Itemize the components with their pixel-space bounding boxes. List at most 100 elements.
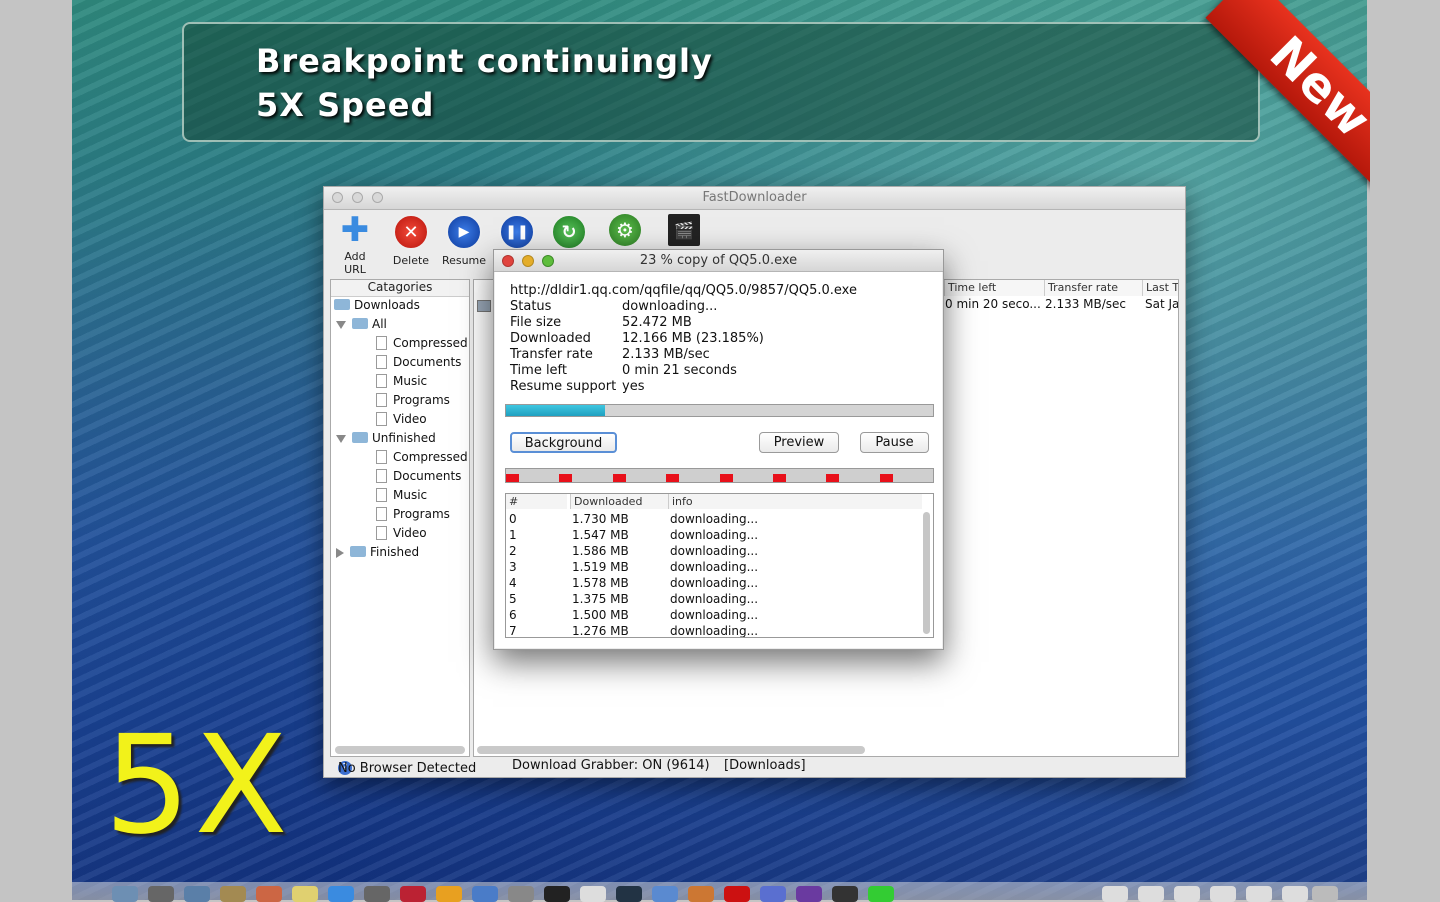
field-value: yes: [622, 379, 645, 394]
delete-button[interactable]: ✕ Delete: [390, 214, 432, 267]
list-cell-last-try[interactable]: Sat Jai: [1145, 297, 1178, 311]
tree-item-all-programs[interactable]: Programs: [376, 391, 450, 410]
tree-item-unfinished[interactable]: Unfinished: [336, 429, 436, 448]
col-index[interactable]: #: [506, 494, 567, 509]
background-button[interactable]: Background: [510, 432, 617, 453]
tree-item-all-compressed[interactable]: Compressed: [376, 334, 468, 353]
field-file-size: File size 52.472 MB: [510, 315, 692, 330]
cell-info: downloading...: [670, 608, 759, 622]
cell-info: downloading...: [670, 576, 759, 590]
settings-button[interactable]: ⚙: [607, 214, 643, 250]
add-url-button[interactable]: ✚ Add URL: [332, 210, 378, 276]
download-progress-dialog: 23 % copy of QQ5.0.exe http://dldir1.qq.…: [493, 249, 944, 650]
field-value: 52.472 MB: [622, 315, 692, 330]
file-icon: [477, 300, 491, 312]
disclosure-right-icon[interactable]: [336, 547, 344, 558]
tree-item-unfinished-music[interactable]: Music: [376, 486, 427, 505]
tree-item-unfinished-video[interactable]: Video: [376, 524, 427, 543]
cell-downloaded: 1.730 MB: [572, 512, 629, 526]
add-url-label: Add URL: [344, 250, 366, 276]
segment-marker: [506, 474, 519, 482]
dialog-titlebar[interactable]: 23 % copy of QQ5.0.exe: [494, 250, 943, 272]
tree-item-all-music[interactable]: Music: [376, 372, 427, 391]
feature-banner: [182, 22, 1260, 142]
cell-downloaded: 1.500 MB: [572, 608, 629, 622]
field-resume-support: Resume support yes: [510, 379, 644, 394]
tree-label: Finished: [370, 545, 420, 559]
col-downloaded[interactable]: Downloaded: [570, 494, 668, 509]
field-value: 12.166 MB (23.185%): [622, 331, 764, 346]
download-progress-bar: [505, 404, 934, 417]
cell-index: 0: [509, 512, 517, 526]
window-title: FastDownloader: [702, 190, 807, 205]
tree-item-all-video[interactable]: Video: [376, 410, 427, 429]
resume-button[interactable]: ▶ Resume: [441, 214, 487, 267]
segment-marker: [559, 474, 573, 482]
field-key: Time left: [510, 363, 568, 378]
field-key: Resume support: [510, 379, 617, 394]
cell-index: 7: [509, 624, 517, 638]
cell-index: 5: [509, 592, 517, 606]
field-key: Status: [510, 299, 552, 314]
window-titlebar[interactable]: FastDownloader: [324, 187, 1185, 210]
folder-icon: [352, 318, 368, 329]
col-time-left[interactable]: Time left: [944, 280, 1044, 296]
tree-item-all[interactable]: All: [336, 315, 387, 334]
delete-icon: ✕: [393, 214, 429, 250]
field-value: 2.133 MB/sec: [622, 347, 710, 362]
pause-icon: ❚❚: [499, 214, 535, 250]
speed-badge: 5X: [104, 707, 292, 865]
col-info[interactable]: info: [668, 494, 922, 509]
table-row[interactable]: 1 1.547 MB downloading...: [506, 527, 919, 543]
tree-item-finished[interactable]: Finished: [336, 543, 419, 562]
cell-info: downloading...: [670, 560, 759, 574]
preview-button[interactable]: Preview: [759, 432, 839, 453]
folder-icon: [352, 432, 368, 443]
grabber-status[interactable]: Download Grabber: ON (9614): [512, 758, 710, 773]
categories-pane: Catagories Downloads All Compressed Docu…: [330, 279, 470, 757]
disclosure-down-icon[interactable]: [336, 320, 346, 329]
folder-status[interactable]: [Downloads]: [724, 758, 806, 773]
cell-downloaded: 1.276 MB: [572, 624, 629, 638]
list-scrollbar[interactable]: [477, 746, 865, 754]
categories-scrollbar[interactable]: [335, 746, 465, 754]
tree-label: Unfinished: [372, 431, 436, 445]
table-row[interactable]: 5 1.375 MB downloading...: [506, 591, 919, 607]
document-icon: [376, 449, 387, 464]
tree-item-unfinished-programs[interactable]: Programs: [376, 505, 450, 524]
table-row[interactable]: 3 1.519 MB downloading...: [506, 559, 919, 575]
tree-label: Video: [393, 526, 427, 540]
video-button[interactable]: 🎬: [666, 214, 702, 250]
cell-downloaded: 1.578 MB: [572, 576, 629, 590]
disclosure-down-icon[interactable]: [336, 434, 346, 443]
field-key: Downloaded: [510, 331, 591, 346]
tree-item-unfinished-compressed[interactable]: Compressed: [376, 448, 468, 467]
table-row[interactable]: 0 1.730 MB downloading...: [506, 511, 919, 527]
segment-table-scrollbar[interactable]: [923, 512, 930, 634]
cell-info: downloading...: [670, 592, 759, 606]
pause-button[interactable]: Pause: [860, 432, 929, 453]
field-key: Transfer rate: [510, 347, 593, 362]
cell-downloaded: 1.375 MB: [572, 592, 629, 606]
resume-label: Resume: [441, 254, 487, 267]
document-icon: [376, 411, 387, 426]
tree-label: Documents: [393, 355, 462, 369]
cell-index: 4: [509, 576, 517, 590]
table-row[interactable]: 2 1.586 MB downloading...: [506, 543, 919, 559]
tree-item-unfinished-documents[interactable]: Documents: [376, 467, 461, 486]
tree-label: Compressed: [393, 450, 468, 464]
list-cell-time-left[interactable]: 0 min 20 seco...: [945, 297, 1041, 311]
tree-item-downloads[interactable]: Downloads: [334, 296, 420, 315]
tree-label: All: [372, 317, 387, 331]
list-cell-transfer-rate[interactable]: 2.133 MB/sec: [1045, 297, 1126, 311]
field-status: Status downloading...: [510, 299, 717, 314]
col-transfer-rate[interactable]: Transfer rate: [1044, 280, 1142, 296]
table-row[interactable]: 4 1.578 MB downloading...: [506, 575, 919, 591]
col-last-try[interactable]: Last T: [1142, 280, 1178, 296]
refresh-button[interactable]: ↻: [551, 214, 587, 254]
table-row[interactable]: 6 1.500 MB downloading...: [506, 607, 919, 623]
pause-all-button[interactable]: ❚❚: [499, 214, 535, 254]
tree-label: Documents: [393, 469, 462, 483]
table-row[interactable]: 7 1.276 MB downloading...: [506, 623, 919, 638]
tree-item-all-documents[interactable]: Documents: [376, 353, 461, 372]
